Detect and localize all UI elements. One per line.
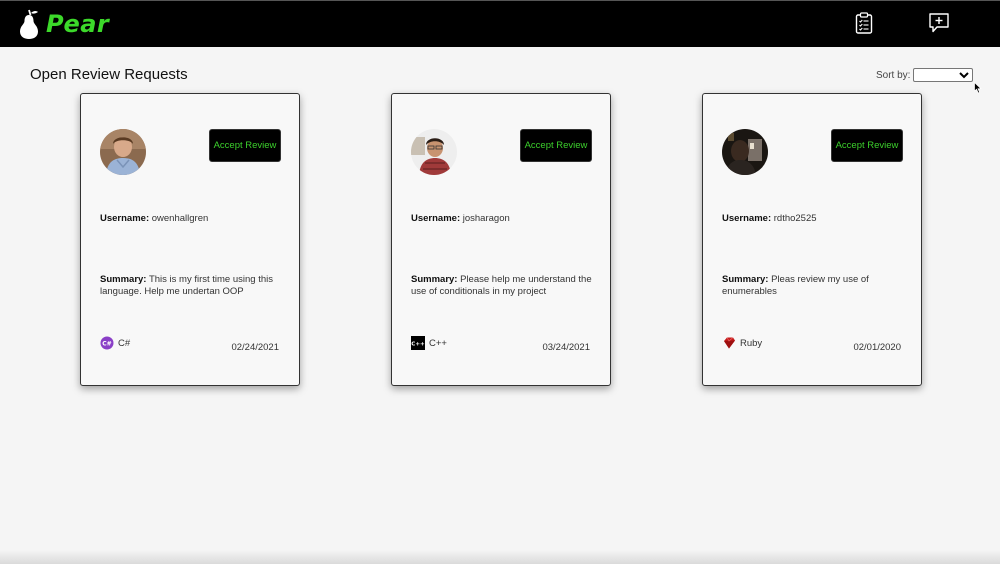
chat-plus-icon bbox=[929, 13, 949, 33]
navbar: Pear bbox=[0, 0, 1000, 47]
request-date: 03/24/2021 bbox=[542, 342, 590, 353]
summary-field: Summary: Pleas review my use of enumerab… bbox=[722, 274, 907, 298]
username-field: Username: rdtho2525 bbox=[722, 213, 907, 225]
language-name: C++ bbox=[429, 337, 447, 349]
username-field: Username: owenhallgren bbox=[100, 213, 285, 225]
svg-text:C#: C# bbox=[102, 341, 111, 348]
sort-select[interactable] bbox=[913, 68, 974, 82]
sort-control: Sort by: bbox=[876, 68, 974, 82]
ruby-icon bbox=[724, 337, 735, 349]
mouse-cursor-icon bbox=[974, 82, 982, 94]
new-review-nav-button[interactable] bbox=[928, 12, 950, 39]
brand-logo[interactable]: Pear bbox=[18, 8, 109, 40]
sort-label: Sort by: bbox=[876, 69, 911, 81]
avatar bbox=[411, 129, 457, 175]
pear-icon bbox=[20, 9, 38, 39]
clipboard-list-icon bbox=[855, 12, 873, 34]
summary-field: Summary: Please help me understand the u… bbox=[411, 274, 596, 298]
summary-label: Summary: bbox=[722, 274, 769, 285]
request-date: 02/24/2021 bbox=[231, 342, 279, 353]
summary-field: Summary: This is my first time using thi… bbox=[100, 274, 285, 298]
request-date: 02/01/2020 bbox=[853, 342, 901, 353]
svg-text:C++: C++ bbox=[411, 341, 425, 347]
language-name: C# bbox=[118, 337, 131, 349]
csharp-icon: C# bbox=[100, 336, 114, 350]
language-tag: C++ C++ bbox=[411, 336, 447, 350]
avatar bbox=[722, 129, 768, 175]
summary-label: Summary: bbox=[411, 274, 458, 285]
cplusplus-icon: C++ bbox=[411, 336, 425, 350]
username-value: josharagon bbox=[462, 213, 510, 224]
username-value: owenhallgren bbox=[151, 213, 209, 224]
username-value: rdtho2525 bbox=[773, 213, 817, 224]
bottom-edge-shadow bbox=[0, 550, 1000, 564]
summary-label: Summary: bbox=[100, 274, 147, 285]
language-tag: C# C# bbox=[100, 336, 130, 350]
username-field: Username: josharagon bbox=[411, 213, 596, 225]
review-requests-nav-button[interactable] bbox=[855, 12, 873, 39]
brand-name: Pear bbox=[46, 10, 110, 38]
accept-review-button[interactable]: Accept Review bbox=[520, 129, 592, 162]
language-name: Ruby bbox=[740, 337, 763, 349]
avatar bbox=[100, 129, 146, 175]
accept-review-button[interactable]: Accept Review bbox=[209, 129, 281, 162]
review-card: Accept Review Username: owenhallgren Sum… bbox=[80, 93, 300, 386]
language-tag: Ruby bbox=[722, 336, 762, 350]
review-card: Accept Review Username: josharagon Summa… bbox=[391, 93, 611, 386]
username-label: Username: bbox=[411, 213, 461, 224]
accept-review-button[interactable]: Accept Review bbox=[831, 129, 903, 162]
username-label: Username: bbox=[100, 213, 150, 224]
page-title: Open Review Requests bbox=[30, 66, 188, 83]
username-label: Username: bbox=[722, 213, 772, 224]
review-card: Accept Review Username: rdtho2525 Summar… bbox=[702, 93, 922, 386]
